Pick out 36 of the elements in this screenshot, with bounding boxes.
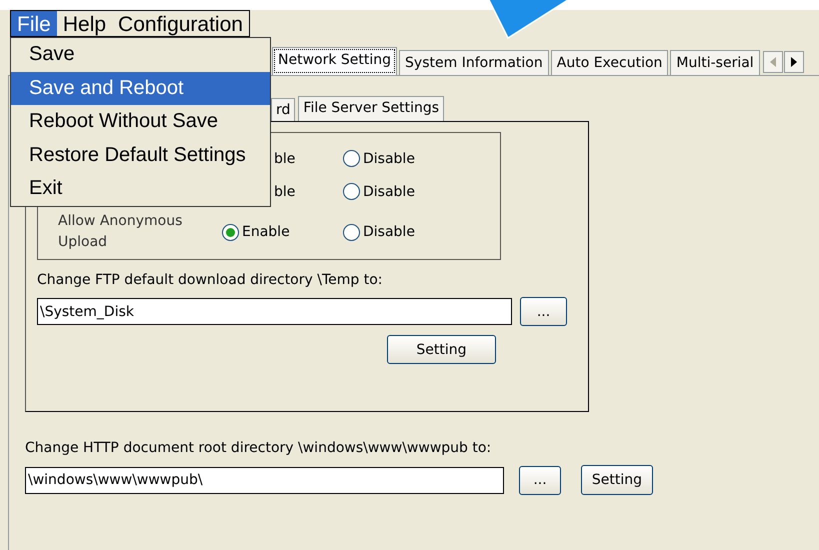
triangle-right-icon (790, 57, 797, 67)
menu-item[interactable]: Save (11, 38, 270, 72)
setting-button[interactable]: Setting (387, 335, 496, 364)
tab[interactable]: System Information (399, 50, 549, 75)
tab[interactable]: File Server Settings (298, 96, 444, 121)
menu-item[interactable]: Reboot Without Save (11, 105, 270, 139)
menu-item[interactable]: Configuration (112, 11, 249, 36)
option-text: ble (274, 150, 296, 166)
menu-item[interactable]: Restore Default Settings (11, 138, 270, 172)
setting-button[interactable]: Setting (581, 465, 653, 495)
radio-button[interactable] (222, 224, 239, 240)
browse-button[interactable]: ... (520, 297, 567, 326)
menu-item[interactable]: Help (56, 11, 112, 36)
tab[interactable]: rd (271, 98, 296, 121)
menu-item[interactable]: File (11, 11, 57, 36)
scroll-right-button[interactable] (784, 51, 804, 73)
option-text: ble (274, 184, 296, 200)
directory-label: Change FTP default download directory \Temp to: (37, 272, 384, 290)
radio-button[interactable] (343, 224, 360, 240)
radio-button[interactable] (343, 150, 360, 167)
option-label: Allow Anonymous Upload (57, 212, 184, 252)
tab[interactable]: Multi-serial (670, 50, 760, 75)
menu-item[interactable]: Save and Reboot (11, 72, 270, 106)
directory-input-field[interactable]: \windows\www\wwwpub\ (25, 466, 504, 494)
option-text: Enable (242, 224, 290, 240)
tab[interactable]: Auto Execution (550, 50, 668, 75)
tab[interactable]: Network Setting (272, 47, 398, 75)
browse-button[interactable]: ... (519, 466, 561, 494)
triangle-left-icon (770, 57, 776, 67)
radio-button[interactable] (343, 183, 360, 200)
option-text: Disable (363, 184, 415, 200)
option-text: Disable (363, 224, 415, 240)
directory-label: Change HTTP document root directory \windows\www\wwwpub to: (25, 440, 492, 458)
directory-input-field[interactable]: \System_Disk (37, 298, 512, 325)
menu-item[interactable]: Exit (11, 172, 270, 206)
option-text: Disable (363, 150, 415, 166)
